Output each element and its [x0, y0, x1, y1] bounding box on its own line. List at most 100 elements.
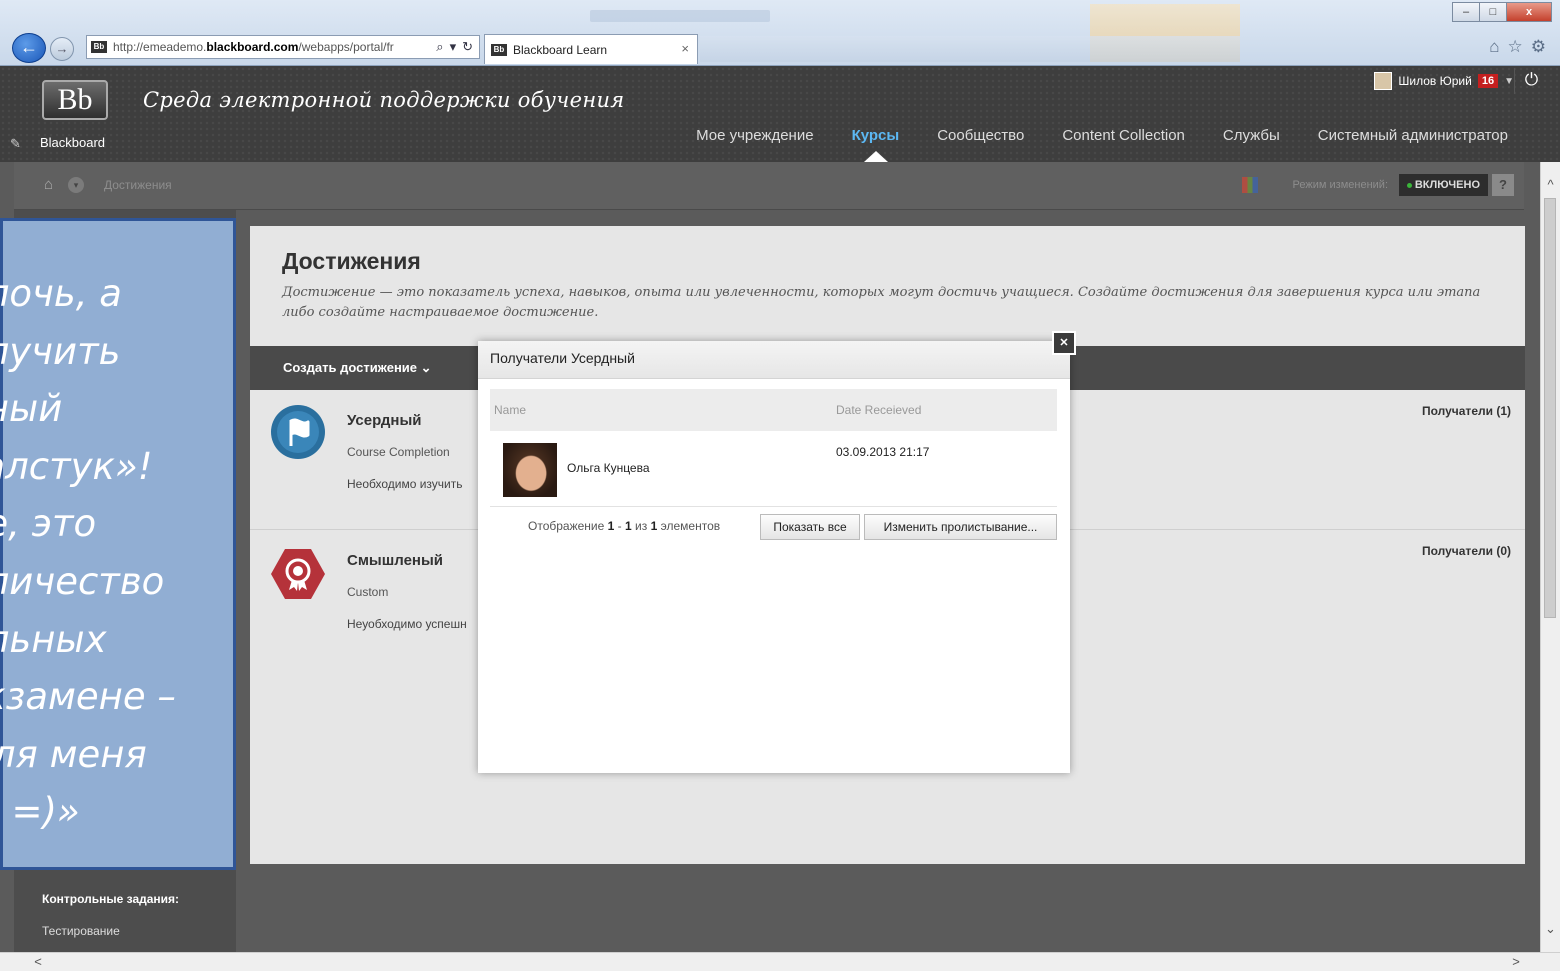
achievement-type: Custom	[347, 585, 389, 599]
achievement-name[interactable]: Усердный	[347, 412, 421, 429]
edit-mode-label: Режим изменений:	[1292, 179, 1388, 191]
table-row: Ольга Кунцева 03.09.2013 21:17	[490, 431, 1057, 507]
chevron-down-icon: ⌄	[420, 360, 432, 375]
nav-community[interactable]: Сообщество	[937, 127, 1024, 144]
scroll-down-icon[interactable]: ⌄	[1541, 918, 1560, 940]
site-header: Bb ✎ Blackboard Среда электронной поддер…	[0, 66, 1560, 162]
nav-my-institution[interactable]: Мое учреждение	[696, 127, 813, 144]
horizontal-scrollbar[interactable]: < >	[0, 952, 1560, 971]
scroll-right-icon[interactable]: >	[1506, 953, 1526, 971]
achievement-type: Course Completion	[347, 445, 450, 459]
scroll-left-icon[interactable]: <	[28, 953, 48, 971]
pagination-info: Отображение 1 - 1 из 1 элементов	[528, 519, 721, 533]
chevron-down-icon: ▼	[1504, 75, 1514, 87]
recipient-name: Ольга Кунцева	[567, 461, 650, 475]
refresh-icon[interactable]: ↻	[462, 39, 473, 55]
page-description: Достижение — это показатель успеха, навы…	[282, 285, 1481, 320]
scroll-thumb[interactable]	[1544, 198, 1556, 618]
forward-button[interactable]: →	[50, 37, 74, 61]
favicon: Bb	[91, 41, 107, 53]
breadcrumb: ⌂ ▾ Достижения Режим изменений: ВКЛЮЧЕНО…	[14, 162, 1524, 210]
site-title: Среда электронной поддержки обучения	[143, 88, 625, 112]
close-icon[interactable]: ✕	[1052, 331, 1076, 355]
blackboard-logo[interactable]: Bb	[42, 80, 108, 120]
column-header-date[interactable]: Date Receieved	[836, 403, 921, 417]
browser-chrome: – □ x ← → Bb http://emeademo.blackboard.…	[0, 0, 1560, 66]
avatar	[1374, 72, 1393, 90]
back-button[interactable]: ←	[12, 33, 46, 63]
award-badge-icon	[271, 549, 325, 599]
home-icon[interactable]: ⌂	[44, 176, 53, 193]
achievement-name[interactable]: Смышленый	[347, 552, 443, 569]
browser-tools: ⌂ ☆ ⚙	[1489, 37, 1546, 57]
pen-icon[interactable]: ✎	[10, 136, 21, 152]
callout-line: ке, это	[0, 502, 97, 546]
other-tabs-blur	[700, 36, 1240, 62]
dialog-title: Получатели Усердный	[490, 350, 635, 366]
received-date: 03.09.2013 21:17	[836, 445, 930, 459]
tab-title: Blackboard Learn	[513, 42, 608, 57]
callout-line: Для меня	[0, 732, 147, 776]
status-dot-icon	[1406, 182, 1412, 188]
achievement-description: Неуобходимо успешн	[347, 617, 467, 631]
breadcrumb-current: Достижения	[104, 178, 172, 192]
create-achievement-button[interactable]: Создать достижение ⌄	[283, 360, 432, 376]
address-bar[interactable]: Bb http://emeademo.blackboard.com/webapp…	[86, 35, 480, 59]
callout-line: елочь, а	[0, 272, 122, 315]
achievement-description: Необходимо изучить	[347, 477, 463, 491]
minimize-button[interactable]: –	[1452, 2, 1480, 22]
help-button[interactable]: ?	[1492, 174, 1514, 196]
edit-paging-button[interactable]: Изменить пролистывание...	[864, 514, 1057, 540]
table-header: Name Date Receieved	[490, 389, 1057, 431]
tab-favicon: Bb	[491, 43, 507, 56]
recipients-link[interactable]: Получатели (1)	[1422, 404, 1511, 418]
column-header-name[interactable]: Name	[494, 403, 526, 417]
page-title: Достижения	[282, 248, 421, 274]
home-icon[interactable]: ⌂	[1489, 37, 1499, 57]
scroll-up-icon[interactable]: ^	[1541, 174, 1560, 196]
settings-icon[interactable]: ⚙	[1531, 37, 1546, 57]
callout-line: оличество	[0, 559, 165, 603]
dialog-header: Получатели Усердный	[478, 341, 1070, 379]
top-navigation: Мое учреждение Курсы Сообщество Content …	[696, 127, 1508, 162]
close-window-button[interactable]: x	[1506, 2, 1552, 22]
callout-line: олучить	[0, 329, 121, 373]
browser-titlebar: – □ x	[0, 0, 1560, 62]
vertical-scrollbar[interactable]: ^ ⌄	[1540, 162, 1560, 952]
nav-courses[interactable]: Курсы	[852, 127, 899, 162]
window-title-blur	[590, 10, 770, 22]
palette-icon[interactable]	[1242, 177, 1258, 193]
callout-line: у! =)»	[0, 790, 80, 834]
chevron-down-icon[interactable]: ▾	[68, 177, 84, 193]
notification-badge: 16	[1477, 74, 1499, 88]
maximize-button[interactable]: □	[1479, 2, 1507, 22]
nav-content-collection[interactable]: Content Collection	[1062, 127, 1185, 144]
recipients-link[interactable]: Получатели (0)	[1422, 544, 1511, 558]
avatar	[503, 443, 557, 497]
nav-services[interactable]: Службы	[1223, 127, 1280, 144]
favorites-icon[interactable]: ☆	[1508, 37, 1523, 57]
recipients-dialog: Получатели Усердный ✕ Name Date Receieve…	[478, 331, 1076, 773]
callout-text: елочь, а олучить ьный галстук»! ке, это …	[0, 265, 235, 841]
logout-icon[interactable]: ⏻	[1514, 68, 1548, 94]
callout-line: ьный	[0, 387, 63, 431]
callout-card: елочь, а олучить ьный галстук»! ке, это …	[0, 218, 236, 870]
menu-item-testing[interactable]: Тестирование	[42, 924, 120, 938]
user-menu[interactable]: Шилов Юрий 16 ▼	[1374, 72, 1514, 90]
edit-mode-toggle[interactable]: ВКЛЮЧЕНО	[1398, 174, 1488, 196]
browser-tab[interactable]: Bb Blackboard Learn ×	[484, 34, 698, 64]
dropdown-icon[interactable]: ▾	[450, 39, 457, 55]
search-icon[interactable]: ⌕	[436, 39, 443, 55]
tab-close-icon[interactable]: ×	[681, 41, 689, 56]
flag-badge-icon	[271, 405, 325, 459]
callout-line: галстук»!	[0, 444, 153, 488]
show-all-button[interactable]: Показать все	[760, 514, 860, 540]
logo-text: Blackboard	[40, 135, 106, 150]
callout-line: экзамене –	[0, 675, 176, 719]
menu-section-title: Контрольные задания:	[42, 892, 180, 906]
url-text: http://emeademo.blackboard.com/webapps/p…	[113, 40, 394, 54]
callout-line: ельных	[0, 617, 107, 661]
user-name: Шилов Юрий	[1398, 74, 1472, 88]
window-controls: – □ x	[1452, 2, 1552, 22]
nav-system-admin[interactable]: Системный администратор	[1318, 127, 1508, 144]
